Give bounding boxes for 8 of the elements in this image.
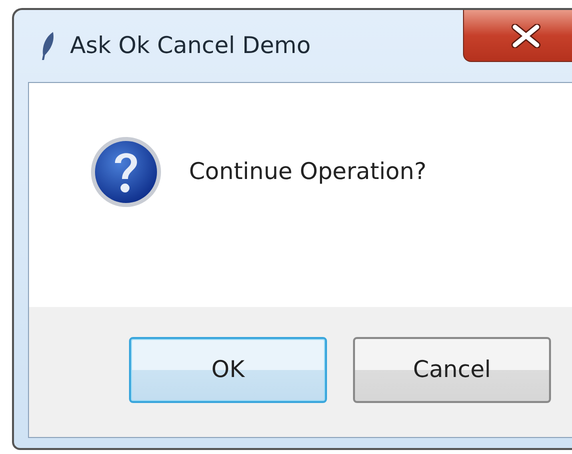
question-icon — [89, 135, 163, 209]
message-text: Continue Operation? — [189, 159, 426, 185]
dialog-button[interactable]: OK — [129, 337, 327, 403]
close-icon — [510, 24, 540, 48]
window-title: Ask Ok Cancel Demo — [70, 33, 311, 59]
feather-icon — [40, 31, 56, 61]
dialog-button[interactable]: Cancel — [353, 337, 551, 403]
close-button[interactable] — [463, 10, 572, 62]
